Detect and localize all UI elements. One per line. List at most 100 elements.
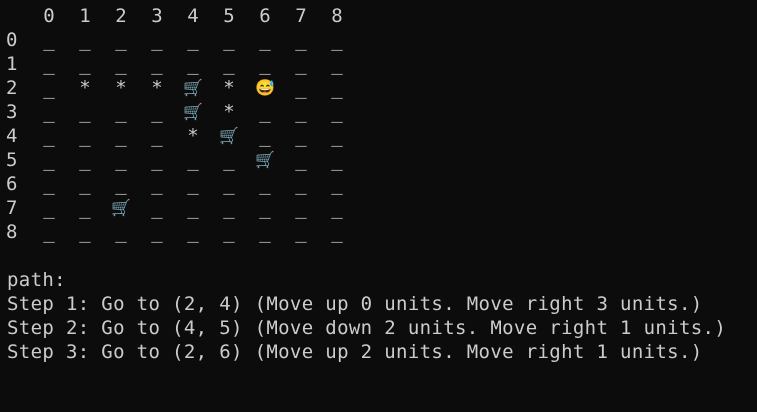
col-header: 7 [295,5,307,27]
grid-cell-empty: _ [259,221,271,243]
smiling-face-icon: 😅 [255,78,275,97]
grid-cell-empty: _ [259,53,271,75]
shopping-cart-icon: 🛒 [183,78,203,97]
grid-cell-empty: _ [295,149,307,171]
row-header: 6 [6,173,18,195]
grid-cell-empty: _ [259,29,271,51]
grid-cell-empty: _ [115,149,127,171]
shopping-cart-icon: 🛒 [183,102,203,121]
grid-cell-empty: _ [331,149,343,171]
grid-cell-empty: _ [151,173,163,195]
grid-cell-empty: _ [43,173,55,195]
grid-cell-empty: _ [331,53,343,75]
grid-cell-visited: * [187,125,199,147]
shopping-cart-icon: 🛒 [111,198,131,217]
path-step-3: Step 3: Go to (2, 6) (Move up 2 units. M… [7,341,703,363]
grid-cell-empty: _ [295,101,307,123]
grid-cell-empty: _ [259,125,271,147]
grid-cell-empty: _ [79,221,91,243]
grid-cell-empty: _ [331,101,343,123]
grid-cell-empty: _ [115,53,127,75]
grid-cell-empty: _ [151,197,163,219]
grid-cell-empty: _ [43,101,55,123]
col-header: 5 [223,5,235,27]
row-header: 0 [6,29,18,51]
grid-cell-empty: _ [295,221,307,243]
row-header: 5 [6,149,18,171]
grid-cell-visited: * [151,77,163,99]
grid-cell-empty: _ [187,29,199,51]
grid-cell-empty: _ [79,173,91,195]
col-header: 3 [151,5,163,27]
grid-cell-empty: _ [187,221,199,243]
grid-cell-empty: _ [331,173,343,195]
path-step-1: Step 1: Go to (2, 4) (Move up 0 units. M… [7,293,703,315]
grid-cell-empty: _ [223,221,235,243]
grid-cell-empty: _ [79,149,91,171]
grid-cell-empty: _ [79,29,91,51]
path-heading: path: [7,269,66,291]
row-header: 3 [6,101,18,123]
row-header: 8 [6,221,18,243]
grid-cell-empty: _ [223,53,235,75]
grid-cell-empty: _ [151,53,163,75]
col-header: 2 [115,5,127,27]
grid-cell-empty: _ [295,29,307,51]
shopping-cart-icon: 🛒 [219,126,239,145]
grid-cell-empty: _ [115,221,127,243]
grid-cell-empty: _ [43,53,55,75]
row-header: 4 [6,125,18,147]
grid-cell-empty: _ [187,173,199,195]
grid-cell-visited: * [223,77,235,99]
grid-cell-empty: _ [295,173,307,195]
grid-cell-empty: _ [151,125,163,147]
grid-cell-empty: _ [79,125,91,147]
grid-cell-empty: _ [151,149,163,171]
grid-cell-empty: _ [259,173,271,195]
col-header: 0 [43,5,55,27]
path-step-2: Step 2: Go to (4, 5) (Move down 2 units.… [7,317,727,339]
grid-cell-visited: * [115,77,127,99]
col-header: 6 [259,5,271,27]
grid-cell-empty: _ [187,197,199,219]
grid-cell-empty: _ [43,149,55,171]
grid-cell-empty: _ [331,125,343,147]
grid-cell-empty: _ [187,53,199,75]
grid-cell-visited: * [79,77,91,99]
grid-cell-empty: _ [115,125,127,147]
grid-cell-empty: _ [43,125,55,147]
row-header: 7 [6,197,18,219]
grid-cell-empty: _ [259,197,271,219]
row-header: 2 [6,77,18,99]
grid-cell-empty: _ [115,173,127,195]
grid-cell-empty: _ [115,101,127,123]
grid-cell-empty: _ [79,53,91,75]
grid-cell-empty: _ [223,29,235,51]
grid-cell-empty: _ [295,197,307,219]
row-header: 1 [6,53,18,75]
grid-cell-empty: _ [259,101,271,123]
col-header: 4 [187,5,199,27]
grid-cell-empty: _ [295,53,307,75]
grid-cell-empty: _ [151,29,163,51]
grid-cell-visited: * [223,101,235,123]
grid-cell-empty: _ [187,149,199,171]
grid-cell-empty: _ [43,221,55,243]
grid-cell-empty: _ [331,77,343,99]
shopping-cart-icon: 🛒 [255,150,275,169]
grid-cell-empty: _ [223,197,235,219]
grid-cell-empty: _ [331,221,343,243]
grid-cell-empty: _ [79,197,91,219]
grid-cell-empty: _ [295,125,307,147]
grid-cell-empty: _ [43,77,55,99]
grid-cell-empty: _ [151,101,163,123]
col-header: 1 [79,5,91,27]
grid-cell-empty: _ [223,149,235,171]
terminal-window: 0 1 2 3 4 5 6 7 8 0 _ _ _ _ _ _ _ _ _ 1 _ _ _ _ _ _ _ _ _ 2 _ * * * 🛒 * 😅 _ _ 3… [0,0,757,412]
grid-cell-empty: _ [43,197,55,219]
grid-cell-empty: _ [295,77,307,99]
grid-cell-empty: _ [43,29,55,51]
grid-cell-empty: _ [331,197,343,219]
grid-cell-empty: _ [79,101,91,123]
grid-cell-empty: _ [223,173,235,195]
